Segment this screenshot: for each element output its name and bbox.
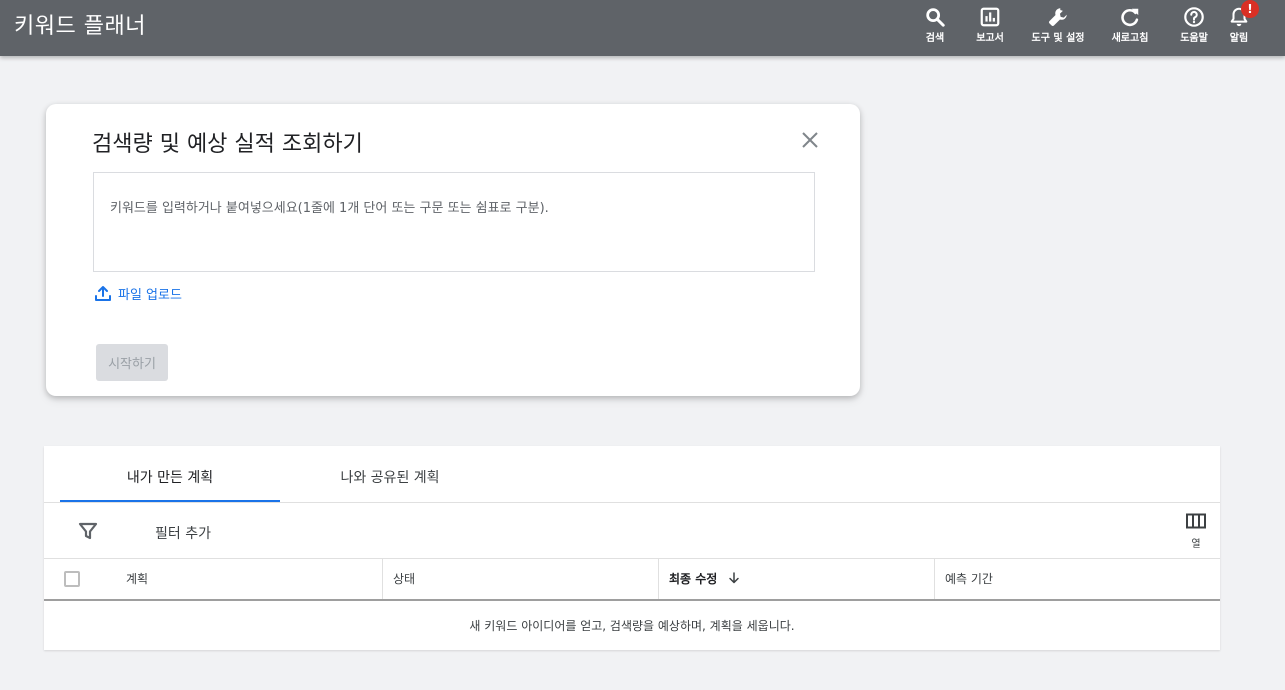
- reports-icon: [980, 7, 1000, 27]
- columns-button[interactable]: 열: [1176, 513, 1216, 550]
- close-icon: [802, 132, 818, 148]
- refresh-button-label: 새로고침: [1111, 33, 1149, 44]
- wrench-icon: [1049, 8, 1067, 26]
- columns-icon: [1186, 513, 1206, 529]
- upload-file-label: 파일 업로드: [118, 287, 182, 303]
- header-status-label: 상태: [393, 572, 416, 586]
- tools-settings-button[interactable]: 도구 및 설정: [1028, 6, 1088, 56]
- help-icon: [1184, 7, 1204, 27]
- plans-panel: 내가 만든 계획 나와 공유된 계획 필터 추가 열 계획 상태 최종 수정 예…: [44, 446, 1220, 650]
- header-forecast-period[interactable]: 예측 기간: [935, 559, 1220, 599]
- close-button[interactable]: [800, 130, 820, 150]
- search-icon: [926, 8, 945, 27]
- notification-badge: !: [1241, 0, 1259, 18]
- header-status[interactable]: 상태: [383, 559, 659, 599]
- refresh-icon: [1121, 8, 1139, 27]
- search-button[interactable]: 검색: [905, 6, 965, 56]
- sort-down-icon: [728, 572, 739, 584]
- card-title: 검색량 및 예상 실적 조회하기: [92, 132, 363, 157]
- start-button[interactable]: 시작하기: [96, 344, 168, 381]
- select-all-checkbox[interactable]: [64, 571, 80, 587]
- header-last-modified-label: 최종 수정: [669, 572, 718, 586]
- filter-bar: 필터 추가 열: [44, 503, 1220, 559]
- filter-button[interactable]: [78, 521, 98, 541]
- table-header: 계획 상태 최종 수정 예측 기간: [44, 559, 1220, 601]
- upload-icon: [95, 286, 111, 301]
- header-forecast-period-label: 예측 기간: [945, 572, 993, 586]
- header-last-modified[interactable]: 최종 수정: [659, 559, 935, 599]
- tab-shared-plans[interactable]: 나와 공유된 계획: [280, 446, 500, 502]
- app-title: 키워드 플래너: [14, 14, 146, 39]
- notifications-button[interactable]: ! 알림: [1209, 0, 1269, 56]
- keyword-input[interactable]: [93, 172, 815, 272]
- header-plan-label: 계획: [126, 572, 149, 586]
- columns-label: 열: [1191, 539, 1201, 550]
- plans-tabs: 내가 만든 계획 나와 공유된 계획: [44, 446, 1220, 503]
- notifications-button-label: 알림: [1229, 33, 1249, 44]
- search-button-label: 검색: [925, 33, 945, 44]
- refresh-button[interactable]: 새로고침: [1100, 6, 1160, 56]
- add-filter-button[interactable]: 필터 추가: [155, 523, 211, 543]
- reports-button-label: 보고서: [976, 33, 1004, 44]
- header-plan: 계획: [44, 559, 383, 599]
- empty-state-message: 새 키워드 아이디어를 얻고, 검색량을 예상하며, 계획을 세웁니다.: [469, 619, 795, 633]
- forecast-card: 검색량 및 예상 실적 조회하기 파일 업로드 시작하기: [46, 104, 860, 396]
- tools-settings-button-label: 도구 및 설정: [1031, 33, 1085, 44]
- tab-my-plans[interactable]: 내가 만든 계획: [60, 446, 280, 502]
- upload-file-link[interactable]: 파일 업로드: [94, 284, 182, 303]
- filter-icon: [78, 522, 98, 540]
- reports-button[interactable]: 보고서: [960, 6, 1020, 56]
- top-app-bar: 키워드 플래너 검색 보고서 도구 및 설정 새로고침 도움말 ! 알림: [0, 0, 1285, 56]
